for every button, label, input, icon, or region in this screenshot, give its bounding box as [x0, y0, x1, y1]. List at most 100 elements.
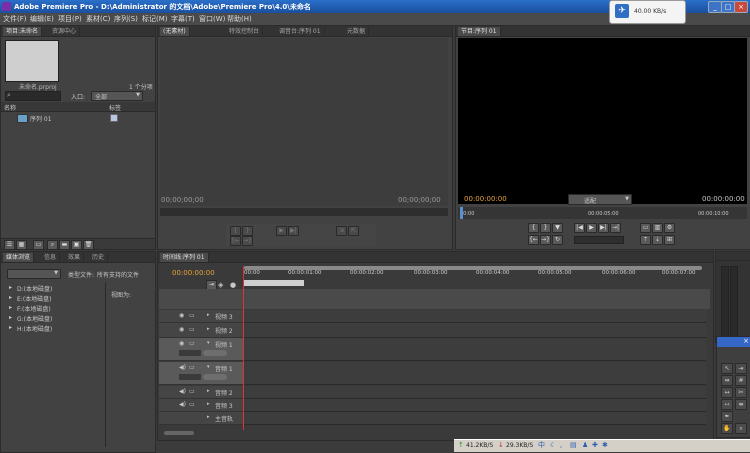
track-lane[interactable]	[244, 386, 706, 399]
punctuation-icon[interactable]: ,	[560, 442, 567, 449]
search-input[interactable]: ⌕	[5, 91, 61, 101]
extract-icon[interactable]: ⇣	[652, 235, 663, 245]
zoom-icon[interactable]: ⌕	[735, 423, 747, 434]
user-icon[interactable]: ♟	[582, 442, 589, 449]
track-lane[interactable]	[244, 310, 706, 323]
location-dropdown[interactable]: ▼	[7, 269, 61, 279]
expand-icon[interactable]: ▸	[207, 401, 210, 407]
list-item[interactable]: ▸ G:(本地磁盘)	[3, 313, 103, 323]
tab-source[interactable]: (无素材)	[160, 27, 190, 36]
rolling-edit-icon[interactable]: #	[735, 375, 747, 386]
go-end-icon[interactable]: →|	[610, 223, 621, 233]
ripple-edit-icon[interactable]: ⇹	[721, 375, 733, 386]
expand-icon[interactable]: ▸	[207, 326, 210, 332]
keyboard-icon[interactable]: ▤	[570, 442, 577, 449]
maximize-button[interactable]: □	[721, 1, 735, 13]
tab-timeline[interactable]: 时间线:序列 01	[160, 253, 209, 262]
settings-icon[interactable]: ⚙	[664, 223, 675, 233]
lock-icon[interactable]: ▭	[189, 326, 195, 333]
menu-edit[interactable]: 编辑(E)	[30, 14, 54, 24]
entry-dropdown[interactable]: 全部 ▼	[91, 91, 143, 101]
lock-icon[interactable]: ▭	[189, 401, 195, 408]
pen-icon[interactable]: ✒	[721, 411, 733, 422]
go-in-icon[interactable]: {←	[528, 235, 539, 245]
wrench-icon[interactable]: ✚	[592, 442, 599, 449]
expand-icon[interactable]: ▾	[207, 340, 210, 346]
tab-media-browser[interactable]: 媒体浏览	[3, 253, 35, 262]
track-header-video3[interactable]: ◉ ▭ ▸ 视频 3	[159, 310, 244, 323]
expand-icon[interactable]: ▸	[207, 312, 210, 318]
tab-audio-mixer[interactable]: 调音台:序列 01	[276, 27, 325, 36]
list-item[interactable]: 序列 01	[1, 113, 155, 124]
lock-icon[interactable]: ▭	[189, 364, 195, 371]
network-speed-widget[interactable]: ✈ 40.00 KB/s	[609, 0, 686, 24]
add-marker-icon[interactable]: ●	[230, 281, 236, 289]
settings-icon[interactable]: ✱	[602, 442, 609, 449]
tab-project[interactable]: 项目:未命名	[3, 27, 43, 36]
track-header-video1[interactable]: ◉ ▭ ▾ 视频 1	[159, 338, 244, 361]
program-ruler[interactable]: 00:00 00:00:05:00 00:00:10:00	[458, 207, 747, 219]
new-bin-icon[interactable]: ▬	[59, 240, 70, 250]
col-name[interactable]: 名称	[4, 103, 16, 112]
new-item-icon[interactable]: ▣	[71, 240, 82, 250]
track-header-audio3[interactable]: ◀) ▭ ▸ 音频 3	[159, 399, 244, 412]
track-lane[interactable]	[244, 323, 706, 338]
col-label[interactable]: 标签	[109, 103, 121, 112]
automate-icon[interactable]: ▭	[33, 240, 44, 250]
safe-margins-icon[interactable]: ▭	[640, 223, 651, 233]
play-icon[interactable]: ▶	[276, 226, 287, 236]
step-back-icon[interactable]: |◀	[574, 223, 585, 233]
delete-icon[interactable]: 🗑	[83, 240, 94, 250]
zoom-slider[interactable]	[164, 431, 194, 435]
mark-in-icon[interactable]: {	[230, 226, 241, 236]
expand-icon[interactable]: ▸	[207, 414, 210, 420]
list-item[interactable]: ▸ H:(本地磁盘)	[3, 323, 103, 333]
set-marker-icon[interactable]: ▼	[552, 223, 563, 233]
track-header-master[interactable]: ▸ 主音轨	[159, 412, 244, 425]
icon-view-icon[interactable]: ▦	[16, 240, 27, 250]
timeline-zoom-bar[interactable]	[160, 430, 708, 437]
list-item[interactable]: ▸ E:(本地磁盘)	[3, 293, 103, 303]
menu-title[interactable]: 字幕(T)	[171, 14, 195, 24]
jog-shuttle[interactable]	[574, 236, 624, 244]
track-header-audio1[interactable]: ◀) ▭ ▾ 音频 1	[159, 362, 244, 385]
speaker-icon[interactable]: ◀)	[179, 364, 186, 371]
export-frame-icon[interactable]: ▥	[652, 223, 663, 233]
program-tc-current[interactable]: 00:00:00:00	[464, 195, 507, 203]
track-select-icon[interactable]: ⇥	[735, 363, 747, 374]
track-lane[interactable]	[244, 412, 706, 425]
tab-info[interactable]: 信息	[41, 253, 61, 262]
insert-icon[interactable]: ⇲	[336, 226, 347, 236]
go-out-icon[interactable]: →}	[242, 236, 253, 246]
source-scrubber[interactable]	[160, 208, 448, 216]
menu-marker[interactable]: 标记(M)	[142, 14, 168, 24]
tab-resource-center[interactable]: 资源中心	[49, 27, 81, 36]
go-in-icon[interactable]: {←	[230, 236, 241, 246]
trim-icon[interactable]: ⊞	[664, 235, 675, 245]
eye-icon[interactable]: ◉	[179, 340, 184, 347]
lock-icon[interactable]: ▭	[189, 388, 195, 395]
tab-history[interactable]: 历史	[89, 253, 109, 262]
slide-icon[interactable]: ⇼	[735, 399, 747, 410]
selection-tool-icon[interactable]: ↖	[721, 363, 733, 374]
fit-dropdown[interactable]: 适配 ▼	[568, 194, 632, 205]
lock-icon[interactable]: ▭	[189, 312, 195, 319]
expand-icon[interactable]: ▾	[207, 364, 210, 370]
menu-clip[interactable]: 素材(C)	[86, 14, 110, 24]
speaker-icon[interactable]: ◀)	[179, 388, 186, 395]
lift-icon[interactable]: ⇡	[640, 235, 651, 245]
razor-icon[interactable]: ✂	[735, 387, 747, 398]
work-area-bar[interactable]	[244, 280, 304, 286]
playhead-line[interactable]	[243, 266, 244, 436]
step-forward-icon[interactable]: ▶|	[288, 226, 299, 236]
play-icon[interactable]: ▶	[586, 223, 597, 233]
close-icon[interactable]: ×	[743, 337, 749, 345]
tab-effects[interactable]: 效果	[65, 253, 85, 262]
hand-icon[interactable]: ✋	[721, 423, 733, 434]
source-tc-left[interactable]: 00;00;00;00	[161, 196, 204, 204]
close-button[interactable]: ×	[734, 1, 748, 13]
list-item[interactable]: ▸ F:(本地磁盘)	[3, 303, 103, 313]
keyframe-nav[interactable]	[203, 350, 227, 356]
mark-in-icon[interactable]: {	[528, 223, 539, 233]
keyframe-nav[interactable]	[203, 374, 227, 380]
